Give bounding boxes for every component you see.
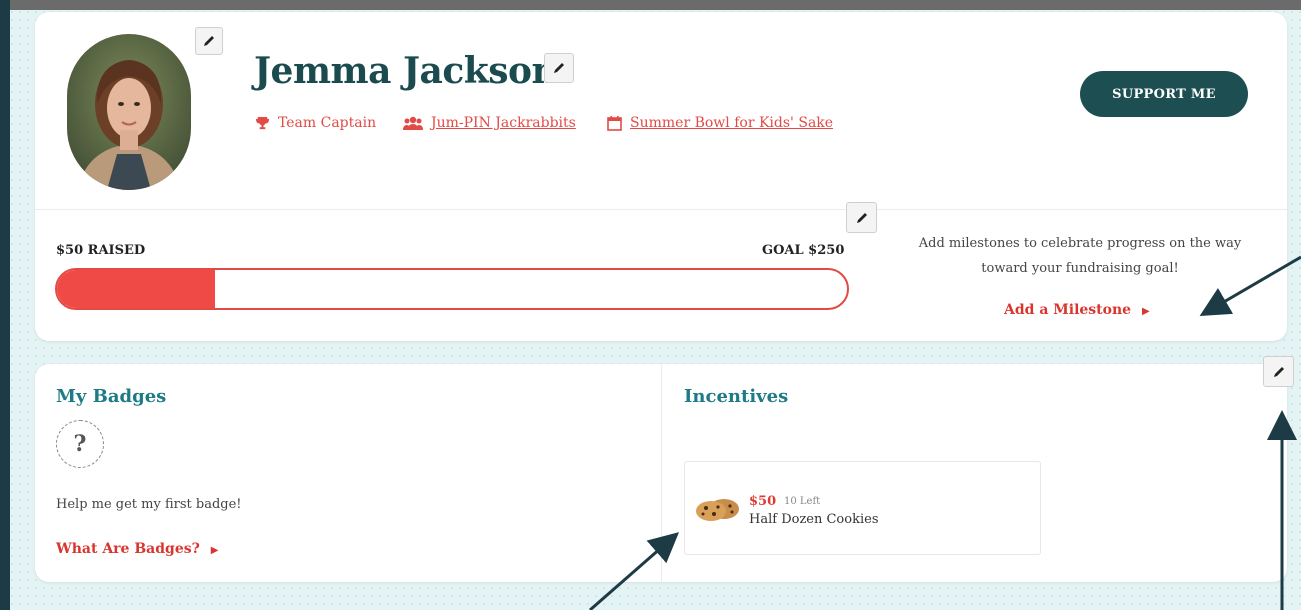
add-milestone-link[interactable]: Add a Milestone ▶ [1004,302,1150,318]
edit-incentives-button[interactable] [1263,356,1294,387]
role-label: Team Captain [278,115,377,131]
incentive-card[interactable]: $50 10 Left Half Dozen Cookies [684,461,1041,555]
section-divider [35,209,1287,210]
team-item[interactable]: Jum-PIN Jackrabbits [403,115,576,131]
team-link[interactable]: Jum-PIN Jackrabbits [431,115,576,131]
badges-help-text: Help me get my first badge! [56,497,242,512]
incentives-title: Incentives [684,386,789,407]
role-item: Team Captain [255,115,376,131]
what-are-badges-label: What Are Badges? [56,541,200,557]
avatar-photo [67,34,191,190]
event-item[interactable]: Summer Bowl for Kids' Sake [607,115,833,131]
incentive-price: $50 [749,494,777,509]
avatar[interactable] [67,34,191,190]
incentive-name: Half Dozen Cookies [749,512,879,527]
pencil-icon [1273,366,1284,377]
edit-name-button[interactable] [544,53,574,83]
add-milestone-label: Add a Milestone [1004,302,1132,318]
cookie-icon [696,499,739,521]
column-divider [661,364,662,582]
raised-amount: $50 RAISED [56,243,146,258]
event-link[interactable]: Summer Bowl for Kids' Sake [630,115,833,131]
top-bar [10,0,1301,10]
badges-title: My Badges [56,386,167,407]
trophy-icon [255,116,270,129]
progress-fill [57,270,215,308]
progress-bar [55,268,849,310]
caret-right-icon: ▶ [210,545,219,556]
badge-placeholder-icon: ? [56,420,104,468]
team-icon [403,116,423,130]
support-me-button[interactable]: SUPPORT ME [1080,71,1248,117]
profile-card: Jemma Jackson Team Captain Jum-PIN Jackr… [35,12,1287,341]
calendar-icon [607,116,622,131]
incentive-remaining: 10 Left [784,496,821,507]
participant-name: Jemma Jackson [254,50,558,92]
pencil-icon [856,212,867,223]
pencil-icon [554,63,564,73]
pencil-icon [204,36,214,46]
edit-photo-button[interactable] [195,27,223,55]
caret-right-icon: ▶ [1141,306,1150,317]
milestone-message: Add milestones to celebrate progress on … [918,236,1242,276]
what-are-badges-link[interactable]: What Are Badges? ▶ [56,541,218,557]
edit-goal-button[interactable] [846,202,877,233]
goal-amount: GOAL $250 [762,243,845,258]
left-frame [0,0,10,610]
badges-incentives-card: My Badges ? Help me get my first badge! … [35,364,1287,582]
